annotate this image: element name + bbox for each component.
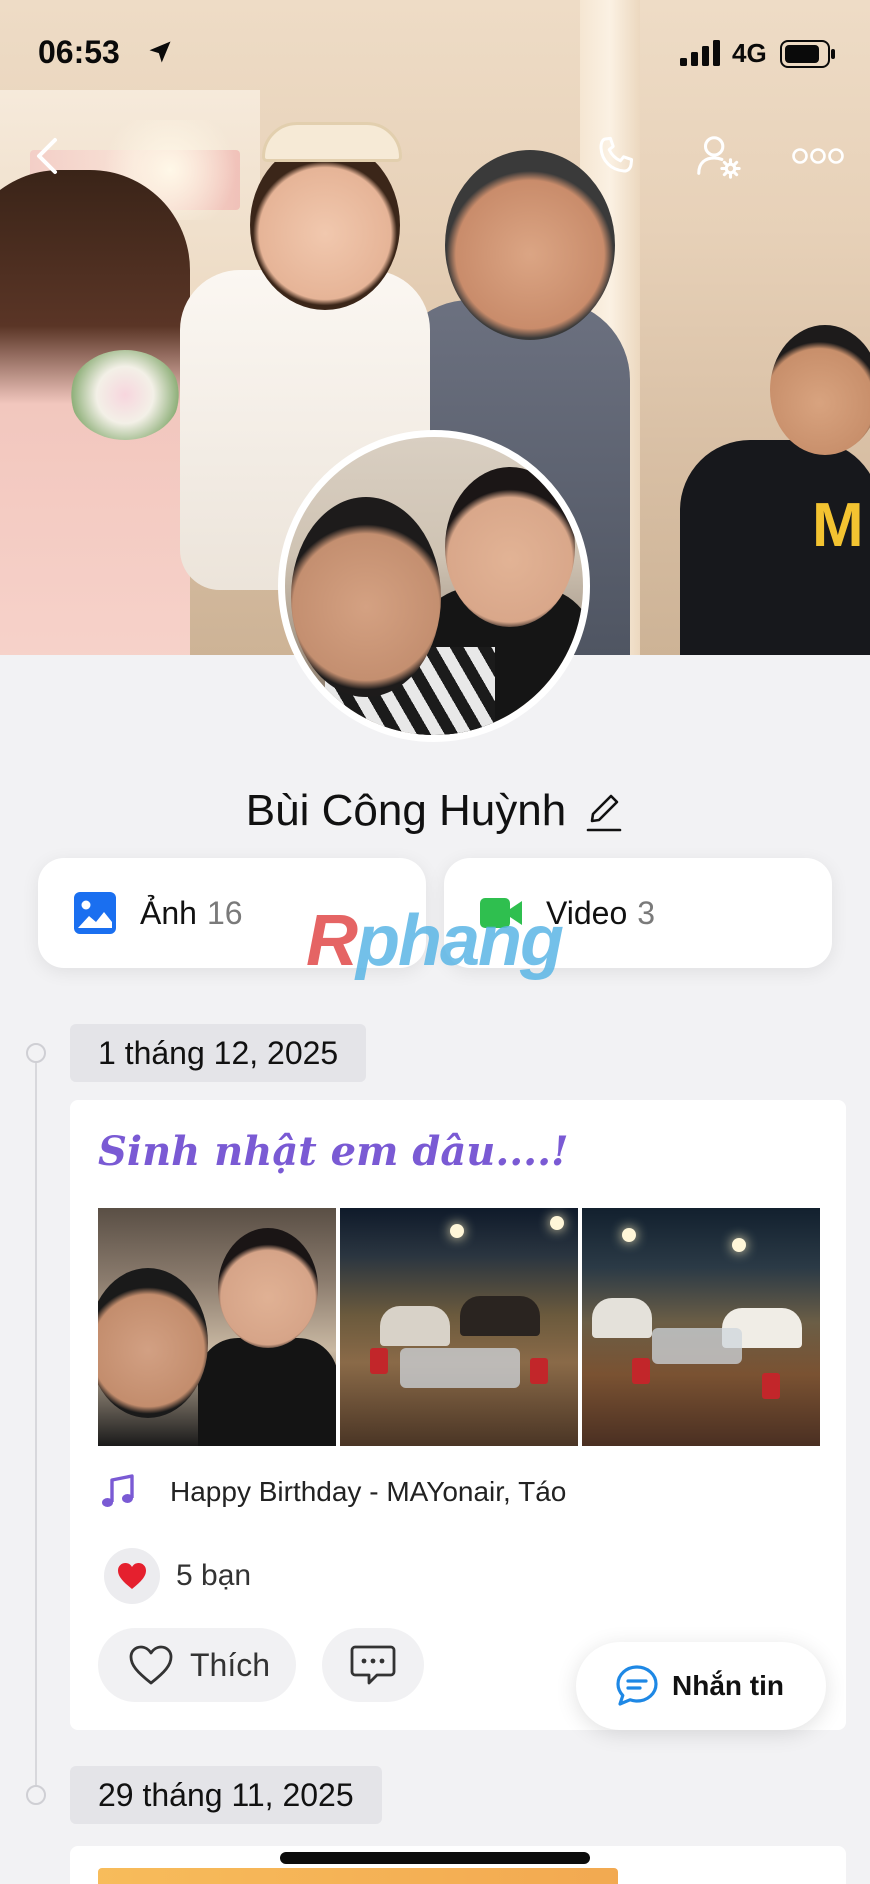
watermark: Rphang	[306, 900, 564, 982]
photo-person-body	[198, 1338, 336, 1446]
back-button[interactable]	[20, 128, 76, 184]
timeline-date: 29 tháng 11, 2025	[70, 1766, 382, 1824]
profile-name: Bùi Công Huỳnh	[245, 786, 567, 835]
photo-people	[592, 1298, 652, 1338]
network-type: 4G	[732, 38, 767, 68]
photos-label: Ảnh	[140, 894, 197, 931]
home-indicator[interactable]	[280, 1852, 590, 1864]
profile-name-row: Bùi Công Huỳnh	[0, 786, 870, 836]
comment-icon	[350, 1645, 396, 1685]
photos-count: 16	[206, 894, 243, 931]
comment-button[interactable]	[322, 1628, 424, 1702]
photo-light	[550, 1216, 564, 1230]
music-note-icon	[102, 1474, 134, 1507]
image-icon	[74, 892, 116, 934]
photo-chair	[370, 1348, 388, 1374]
photo-table	[400, 1348, 520, 1388]
watermark-rest: phang	[356, 901, 564, 981]
chat-bubble-icon	[616, 1665, 658, 1706]
cover-girl-crown	[262, 122, 402, 162]
reaction-bubble	[104, 1548, 160, 1604]
chevron-left-icon	[37, 138, 57, 174]
photo-chair	[632, 1358, 650, 1384]
signal-icon	[680, 40, 720, 66]
post-photo-3[interactable]	[582, 1208, 820, 1446]
call-button[interactable]	[588, 128, 644, 184]
message-label: Nhắn tin	[672, 1670, 784, 1701]
photo-chair	[530, 1358, 548, 1384]
post-title: Sinh nhật em dâu....!	[98, 1128, 569, 1175]
cover-flowers	[70, 350, 180, 440]
videos-count: 3	[637, 894, 656, 931]
post-reactions[interactable]: 5 bạn	[104, 1548, 251, 1604]
watermark-prefix: R	[306, 901, 358, 981]
timeline-post[interactable]: Sinh nhật em dâu....! Happy Birthday - M…	[70, 1100, 846, 1730]
photo-light	[450, 1224, 464, 1238]
avatar-person-left-head	[291, 497, 441, 697]
timeline-dot	[26, 1785, 46, 1805]
heart-outline-icon	[129, 1645, 173, 1685]
post-photo-1[interactable]	[98, 1208, 336, 1446]
timeline-dot	[26, 1043, 46, 1063]
photo-light	[732, 1238, 746, 1252]
user-settings-icon	[697, 136, 741, 179]
photo-light	[622, 1228, 636, 1242]
photo-table	[652, 1328, 742, 1364]
cover-girl-head	[250, 140, 400, 310]
status-bar: 06:53 4G	[0, 30, 870, 78]
photo-people	[380, 1306, 450, 1346]
heart-icon	[118, 1563, 146, 1589]
more-horizontal-icon	[792, 148, 844, 164]
photo-chair	[762, 1373, 780, 1399]
timeline-date: 1 tháng 12, 2025	[70, 1024, 367, 1082]
battery-icon	[780, 40, 835, 68]
photo-person-head	[218, 1228, 318, 1348]
profile-settings-button[interactable]	[690, 128, 746, 184]
profile-avatar[interactable]	[278, 430, 590, 742]
like-label: Thích	[190, 1646, 271, 1683]
music-title: Happy Birthday - MAYonair, Táo	[170, 1476, 567, 1507]
more-options-button[interactable]	[790, 128, 846, 184]
status-time: 06:53	[38, 34, 120, 70]
message-button[interactable]: Nhắn tin	[576, 1642, 826, 1730]
photo-people	[460, 1296, 540, 1336]
cover-boy-head	[770, 325, 870, 455]
photo-person-head	[98, 1268, 208, 1418]
reaction-count: 5 bạn	[176, 1559, 252, 1592]
timeline-line	[35, 1055, 37, 1795]
phone-icon	[599, 136, 634, 173]
avatar-person-right-head	[445, 467, 575, 627]
post-music[interactable]: Happy Birthday - MAYonair, Táo	[98, 1472, 566, 1512]
edit-pencil-icon[interactable]	[584, 789, 624, 833]
post-title-peek	[98, 1868, 618, 1884]
post-photo-2[interactable]	[340, 1208, 578, 1446]
like-button[interactable]: Thích	[98, 1628, 296, 1702]
location-arrow-icon	[149, 41, 171, 63]
cover-shirt-logo: M	[812, 491, 864, 560]
